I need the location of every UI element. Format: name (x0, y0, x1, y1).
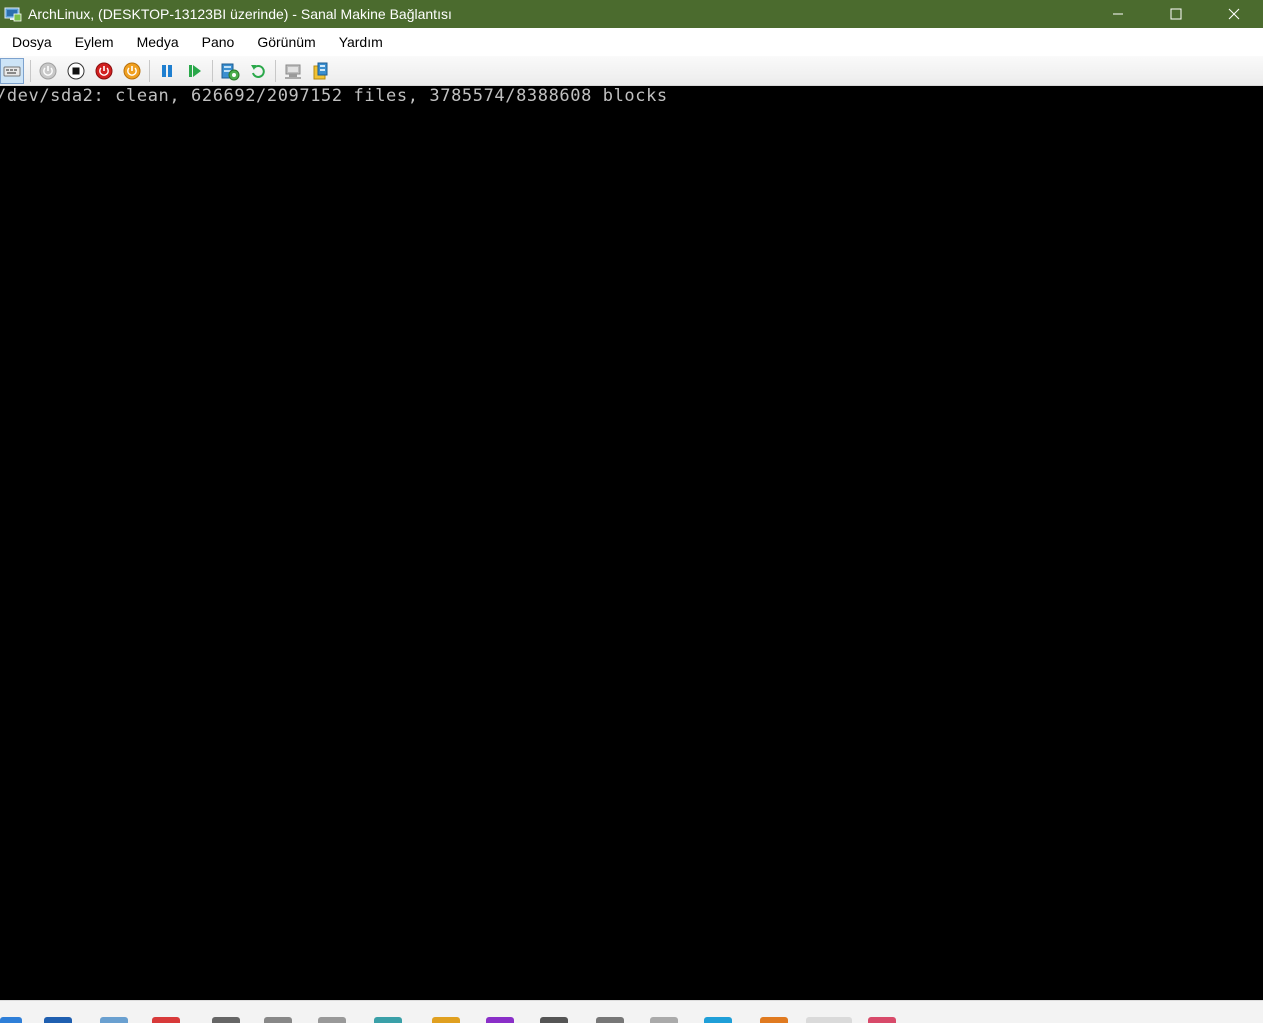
maximize-icon (1170, 8, 1182, 20)
taskbar (0, 1000, 1263, 1023)
taskbar-app-icon[interactable] (374, 1017, 402, 1023)
shut-down-icon (95, 62, 113, 79)
save-icon (123, 62, 141, 79)
pause-button[interactable] (156, 60, 178, 82)
turn-off-button[interactable] (65, 60, 87, 82)
toolbar-separator (30, 59, 31, 82)
toolbar (0, 56, 1263, 86)
ctrl-alt-del-icon (3, 66, 21, 76)
minimize-icon (1113, 13, 1123, 15)
console-line: /dev/sda2: clean, 626692/2097152 files, … (0, 86, 668, 106)
close-icon (1228, 8, 1240, 20)
enhanced-session-button[interactable] (282, 60, 304, 82)
taskbar-app-icon[interactable] (760, 1017, 788, 1023)
revert-icon (251, 64, 265, 78)
taskbar-app-icon[interactable] (0, 1017, 22, 1023)
toolbar-separator (275, 59, 276, 82)
taskbar-app-icon[interactable] (318, 1017, 346, 1023)
menu-yardim[interactable]: Yardım (327, 28, 393, 56)
maximize-button[interactable] (1147, 0, 1205, 28)
save-button[interactable] (121, 60, 143, 82)
menu-gorunum[interactable]: Görünüm (245, 28, 325, 56)
vm-connection-icon (4, 5, 22, 23)
pause-icon (162, 64, 172, 77)
menu-eylem[interactable]: Eylem (63, 28, 124, 56)
checkpoint-button[interactable] (219, 60, 241, 82)
taskbar-app-icon[interactable] (806, 1017, 852, 1023)
vm-console-screen[interactable]: /dev/sda2: clean, 626692/2097152 files, … (0, 86, 1263, 1000)
resume-button[interactable] (184, 60, 206, 82)
taskbar-app-icon[interactable] (432, 1017, 460, 1023)
close-button[interactable] (1205, 0, 1263, 28)
share-icon (313, 62, 328, 79)
taskbar-app-icon[interactable] (44, 1017, 72, 1023)
menu-pano[interactable]: Pano (190, 28, 245, 56)
toolbar-separator (149, 59, 150, 82)
title-bar: ArchLinux, (DESKTOP-13123BI üzerinde) - … (0, 0, 1263, 28)
minimize-button[interactable] (1089, 0, 1147, 28)
menu-dosya[interactable]: Dosya (0, 28, 62, 56)
taskbar-app-icon[interactable] (596, 1017, 624, 1023)
resume-icon (189, 64, 201, 77)
taskbar-app-icon[interactable] (650, 1017, 678, 1023)
share-button[interactable] (310, 60, 332, 82)
menu-medya[interactable]: Medya (125, 28, 189, 56)
taskbar-app-icon[interactable] (100, 1017, 128, 1023)
enhanced-session-icon (285, 64, 301, 79)
start-button[interactable] (37, 60, 59, 82)
taskbar-app-icon[interactable] (704, 1017, 732, 1023)
revert-button[interactable] (247, 60, 269, 82)
taskbar-app-icon[interactable] (540, 1017, 568, 1023)
turn-off-icon (67, 62, 85, 79)
taskbar-app-icon[interactable] (486, 1017, 514, 1023)
taskbar-app-icon[interactable] (868, 1017, 896, 1023)
menu-bar: Dosya Eylem Medya Pano Görünüm Yardım (0, 28, 1263, 56)
toolbar-separator (212, 59, 213, 82)
window-title: ArchLinux, (DESKTOP-13123BI üzerinde) - … (28, 6, 452, 22)
taskbar-app-icon[interactable] (212, 1017, 240, 1023)
taskbar-app-icon[interactable] (152, 1017, 180, 1023)
checkpoint-icon (221, 63, 240, 80)
start-icon (39, 62, 57, 79)
shut-down-button[interactable] (93, 60, 115, 82)
ctrl-alt-del-button[interactable] (0, 57, 24, 84)
taskbar-app-icon[interactable] (264, 1017, 292, 1023)
